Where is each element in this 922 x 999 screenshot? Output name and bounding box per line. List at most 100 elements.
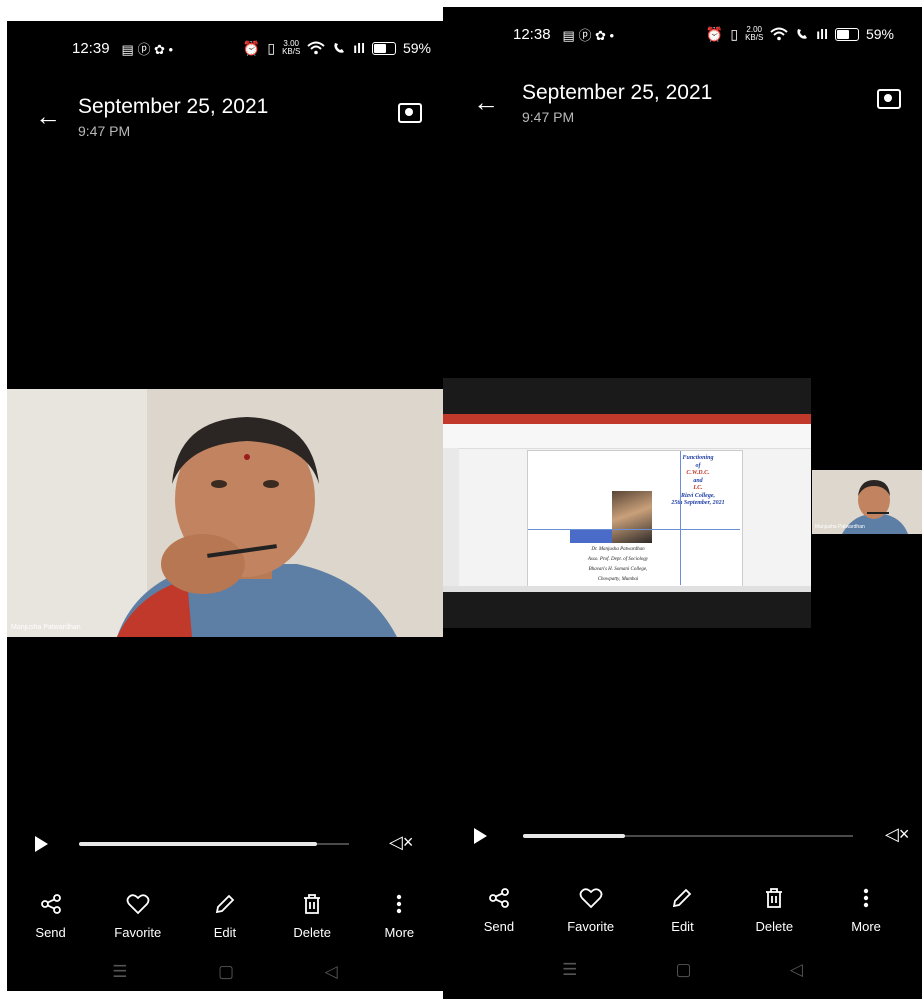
camera-icon[interactable] bbox=[398, 103, 422, 123]
favorite-button[interactable]: Favorite bbox=[98, 893, 178, 953]
slide-text-line: Dr. Manjusha Patwardhan bbox=[591, 547, 645, 552]
ppt-title-bar bbox=[443, 414, 811, 424]
action-label: Delete bbox=[293, 925, 331, 940]
menu-nav-icon[interactable]: ☰ bbox=[562, 960, 577, 980]
seek-progress bbox=[523, 834, 626, 838]
slide-text-line: Chowpatty, Mumbai bbox=[597, 577, 639, 582]
left-phone-screen: 12:39 ▤ ⓟ ✿ • ⏰ ▯ 3.00 KB/S ıll 59% ← Sep… bbox=[7, 21, 443, 991]
action-label: Edit bbox=[671, 919, 694, 934]
slide-text-line: of bbox=[695, 462, 701, 469]
capture-time: 9:47 PM bbox=[78, 123, 131, 139]
delete-button[interactable]: Delete bbox=[272, 893, 352, 953]
send-button[interactable]: Send bbox=[459, 887, 539, 947]
more-icon bbox=[862, 887, 870, 913]
ppt-thumbnails bbox=[443, 448, 459, 586]
playback-controls: ◁× bbox=[443, 821, 922, 851]
ppt-ribbon bbox=[443, 424, 811, 449]
status-time: 12:38 bbox=[513, 25, 551, 43]
mute-icon[interactable]: ◁× bbox=[389, 832, 413, 853]
menu-nav-icon[interactable]: ☰ bbox=[112, 962, 127, 982]
battery-percent: 59% bbox=[402, 40, 431, 56]
participant-name-tag: Manjusha Patwardhan bbox=[815, 524, 865, 530]
header: ← September 25, 2021 9:47 PM bbox=[7, 95, 443, 165]
wifi-icon bbox=[770, 27, 788, 41]
notification-icons: ▤ ⓟ ✿ • bbox=[562, 27, 615, 43]
slide-photo bbox=[612, 491, 652, 543]
action-label: Favorite bbox=[114, 925, 162, 940]
system-nav-bar: ☰ ▢ ◁ bbox=[443, 955, 922, 985]
vibrate-icon: ▯ bbox=[730, 25, 739, 42]
slide-blue-bar bbox=[570, 529, 612, 543]
more-button[interactable]: More bbox=[359, 893, 439, 953]
trash-icon bbox=[301, 893, 323, 919]
mute-icon[interactable]: ◁× bbox=[885, 824, 909, 845]
pencil-icon bbox=[671, 887, 693, 913]
share-icon bbox=[488, 887, 510, 913]
more-button[interactable]: More bbox=[826, 887, 906, 947]
camera-icon[interactable] bbox=[877, 89, 901, 109]
seek-bar[interactable] bbox=[523, 834, 853, 838]
right-phone-screen: 12:38 ▤ ⓟ ✿ • ⏰ ▯ 2.00 KB/S ıll 59% ← Sep… bbox=[443, 7, 922, 999]
seek-bar[interactable] bbox=[79, 842, 349, 846]
edit-button[interactable]: Edit bbox=[642, 887, 722, 947]
participant-video bbox=[7, 389, 443, 637]
play-icon[interactable] bbox=[35, 836, 48, 852]
pencil-icon bbox=[214, 893, 236, 919]
wifi-icon bbox=[307, 41, 325, 55]
slide-text-line: I.C. bbox=[693, 485, 703, 491]
call-icon bbox=[334, 43, 345, 53]
delete-button[interactable]: Delete bbox=[734, 887, 814, 947]
send-button[interactable]: Send bbox=[11, 893, 91, 953]
slide-title-block: Functioning of C.W.D.C. and I.C. Rizvi Colleg… bbox=[656, 455, 740, 508]
page-title: September 25, 2021 bbox=[78, 95, 269, 118]
status-bar: 12:39 ▤ ⓟ ✿ • ⏰ ▯ 3.00 KB/S ıll 59% bbox=[7, 35, 443, 61]
alarm-icon: ⏰ bbox=[705, 25, 724, 42]
status-bar: 12:38 ▤ ⓟ ✿ • ⏰ ▯ 2.00 KB/S ıll 59% bbox=[443, 21, 922, 47]
action-bar: Send Favorite Edit Delete More bbox=[443, 887, 922, 947]
action-label: Favorite bbox=[567, 919, 615, 934]
back-arrow-icon[interactable]: ← bbox=[35, 103, 61, 129]
action-bar: Send Favorite Edit Delete More bbox=[7, 893, 443, 953]
battery-icon bbox=[371, 41, 396, 55]
signal-icon: ıll bbox=[353, 40, 365, 56]
slide-line-h bbox=[528, 529, 740, 530]
participant-thumbnail[interactable]: Manjusha Patwardhan bbox=[812, 470, 922, 534]
action-label: Edit bbox=[213, 925, 237, 940]
alarm-icon: ⏰ bbox=[242, 39, 261, 56]
slide-text-line: Functioning bbox=[682, 455, 714, 461]
playback-controls: ◁× bbox=[7, 829, 443, 859]
trash-icon bbox=[763, 887, 785, 913]
more-icon bbox=[395, 893, 403, 919]
home-nav-icon[interactable]: ▢ bbox=[676, 960, 692, 980]
slide-text-line: C.W.D.C. bbox=[686, 470, 710, 476]
status-right: ⏰ ▯ 2.00 KB/S ıll 59% bbox=[706, 26, 894, 43]
screen-share-frame[interactable]: Functioning of C.W.D.C. and I.C. Rizvi Colleg… bbox=[443, 378, 811, 628]
back-arrow-icon[interactable]: ← bbox=[473, 89, 499, 115]
notification-icons: ▤ ⓟ ✿ • bbox=[121, 41, 174, 57]
edit-button[interactable]: Edit bbox=[185, 893, 265, 953]
slide-text-line: Asso. Prof. Dept. of Sociology bbox=[587, 557, 649, 562]
slide: Functioning of C.W.D.C. and I.C. Rizvi Colleg… bbox=[527, 450, 743, 588]
heart-icon bbox=[126, 893, 150, 919]
slide-text-line: Rizvi College, bbox=[681, 492, 715, 499]
status-right: ⏰ ▯ 3.00 KB/S ıll 59% bbox=[243, 40, 431, 57]
home-nav-icon[interactable]: ▢ bbox=[218, 962, 234, 982]
play-icon[interactable] bbox=[474, 828, 487, 844]
favorite-button[interactable]: Favorite bbox=[551, 887, 631, 947]
page-title: September 25, 2021 bbox=[522, 81, 713, 104]
heart-icon bbox=[579, 887, 603, 913]
seek-progress bbox=[79, 842, 317, 846]
system-nav-bar: ☰ ▢ ◁ bbox=[7, 957, 443, 987]
vibrate-icon: ▯ bbox=[267, 39, 276, 56]
action-label: Send bbox=[483, 919, 515, 934]
slide-presenter-block: Dr. Manjusha Patwardhan Asso. Prof. Dept.… bbox=[548, 545, 688, 585]
video-frame[interactable]: Manjusha Patwardhan bbox=[7, 389, 443, 637]
ppt-status-bar bbox=[443, 586, 811, 592]
back-nav-icon[interactable]: ◁ bbox=[325, 962, 338, 982]
back-nav-icon[interactable]: ◁ bbox=[790, 960, 803, 980]
powerpoint-window: Functioning of C.W.D.C. and I.C. Rizvi Colleg… bbox=[443, 414, 811, 592]
signal-icon: ıll bbox=[816, 26, 828, 42]
battery-percent: 59% bbox=[865, 26, 894, 42]
action-label: Delete bbox=[755, 919, 794, 934]
capture-time: 9:47 PM bbox=[522, 109, 575, 125]
